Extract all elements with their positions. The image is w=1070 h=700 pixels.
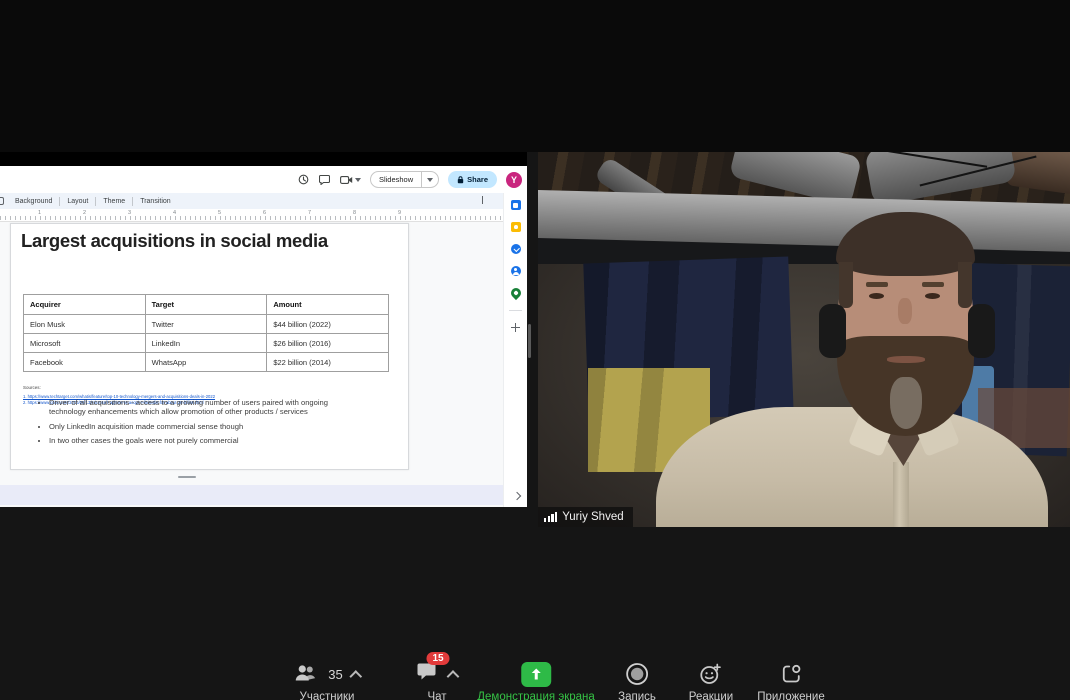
slides-toolbar: Background Layout Theme Transition <box>0 193 503 209</box>
ruler-number: 8 <box>353 210 356 216</box>
shared-screen-region: Slideshow Share Y Background Layout Them… <box>0 152 527 507</box>
table-row: Facebook WhatsApp $22 billion (2014) <box>24 353 389 372</box>
bullet-item: In two other cases the goals were not pu… <box>49 436 365 445</box>
reactions-label: Реакции <box>689 691 733 700</box>
participants-icon <box>293 663 319 685</box>
ruler-number: 9 <box>398 210 401 216</box>
slides-header-bar: Slideshow Share Y <box>0 166 527 193</box>
chat-chevron-icon[interactable] <box>447 670 460 683</box>
add-addon-icon[interactable] <box>511 323 520 332</box>
col-target: Target <box>145 295 267 315</box>
participants-label: Участники <box>300 691 355 700</box>
google-slides-window: Slideshow Share Y Background Layout Them… <box>0 166 527 507</box>
bullet-list: Driver of all acquisitions - access to a… <box>35 398 365 451</box>
toolbar-partial-icon <box>0 197 4 205</box>
lock-icon <box>457 176 464 184</box>
speaker-notes-bar[interactable] <box>0 485 503 505</box>
screen-share-button[interactable]: Демонстрация экрана <box>477 661 595 700</box>
participants-chevron-icon[interactable] <box>350 670 363 683</box>
version-history-icon[interactable] <box>298 174 310 186</box>
slideshow-label: Slideshow <box>371 172 421 187</box>
ruler-number: 6 <box>263 210 266 216</box>
meeting-toolbar: 35 Участники 15 Чат <box>0 655 1070 700</box>
col-amount: Amount <box>267 295 389 315</box>
meeting-window: Slideshow Share Y Background Layout Them… <box>0 0 1070 700</box>
keep-icon[interactable] <box>511 222 521 232</box>
record-icon <box>625 662 649 686</box>
toolbar-collapse-chevron-icon[interactable] <box>482 197 489 204</box>
sources-label: Sources: <box>23 385 41 390</box>
record-label: Запись <box>618 691 656 700</box>
camera-dropdown-caret[interactable] <box>355 178 361 182</box>
participants-button[interactable]: 35 Участники <box>293 661 360 700</box>
slideshow-dropdown[interactable] <box>421 172 438 187</box>
participants-count: 35 <box>328 667 342 682</box>
menu-theme[interactable]: Theme <box>96 198 132 205</box>
ruler-number: 5 <box>218 210 221 216</box>
share-label: Share <box>467 175 488 184</box>
workspace-side-panel <box>503 193 527 507</box>
table-row: Microsoft LinkedIn $26 billion (2016) <box>24 334 389 353</box>
col-acquirer: Acquirer <box>24 295 146 315</box>
calendar-icon[interactable] <box>511 200 521 210</box>
comments-icon[interactable] <box>319 174 331 186</box>
chat-unread-badge: 15 <box>427 652 450 665</box>
ruler-number: 4 <box>173 210 176 216</box>
scrollbar-thumb[interactable] <box>528 324 531 358</box>
reactions-button[interactable]: Реакции <box>689 661 733 700</box>
ruler-number: 1 <box>38 210 41 216</box>
hide-panel-chevron-icon[interactable] <box>513 492 521 500</box>
side-panel-divider <box>509 310 522 311</box>
table-row: Elon Musk Twitter $44 billion (2022) <box>24 315 389 334</box>
share-button[interactable]: Share <box>448 171 497 188</box>
meet-camera-button[interactable] <box>340 175 361 185</box>
speaker-notes-resize-handle[interactable] <box>178 476 196 478</box>
slide[interactable]: Largest acquisitions in social media Acq… <box>10 223 409 470</box>
reactions-icon <box>699 662 723 686</box>
top-letterbox <box>0 0 1070 152</box>
screen-share-icon <box>521 662 551 687</box>
ruler-number: 7 <box>308 210 311 216</box>
table-header-row: Acquirer Target Amount <box>24 295 389 315</box>
ruler: 1 2 3 4 5 6 7 8 9 <box>0 209 503 222</box>
participant-name-tag: Yuriy Shved <box>538 507 633 527</box>
maps-icon[interactable] <box>508 286 522 300</box>
headphones-icon <box>968 304 995 358</box>
tasks-icon[interactable] <box>511 244 521 254</box>
bullet-item: Only LinkedIn acquisition made commercia… <box>49 422 365 431</box>
slideshow-button[interactable]: Slideshow <box>370 171 439 188</box>
menu-background[interactable]: Background <box>8 198 59 205</box>
apps-button[interactable]: Приложение <box>757 661 824 700</box>
participant-name: Yuriy Shved <box>562 511 623 523</box>
account-avatar[interactable]: Y <box>506 172 522 188</box>
ruler-number: 3 <box>128 210 131 216</box>
contacts-icon[interactable] <box>511 266 521 276</box>
ruler-number: 2 <box>83 210 86 216</box>
slide-canvas: Largest acquisitions in social media Acq… <box>0 222 503 507</box>
connection-signal-icon <box>544 512 557 522</box>
headphones-icon <box>819 304 846 358</box>
participant-video-tile: Yuriy Shved <box>538 152 1070 527</box>
bullet-item: Driver of all acquisitions - access to a… <box>49 398 365 416</box>
chat-label: Чат <box>427 691 446 700</box>
chat-button[interactable]: 15 Чат <box>417 661 458 700</box>
menu-transition[interactable]: Transition <box>133 198 177 205</box>
record-button[interactable]: Запись <box>618 661 656 700</box>
apps-icon <box>779 662 803 686</box>
apps-label: Приложение <box>757 691 824 700</box>
acquisitions-table: Acquirer Target Amount Elon Musk Twitter… <box>23 294 389 372</box>
screen-share-label: Демонстрация экрана <box>477 691 595 700</box>
menu-layout[interactable]: Layout <box>60 198 95 205</box>
slide-title: Largest acquisitions in social media <box>21 230 328 252</box>
